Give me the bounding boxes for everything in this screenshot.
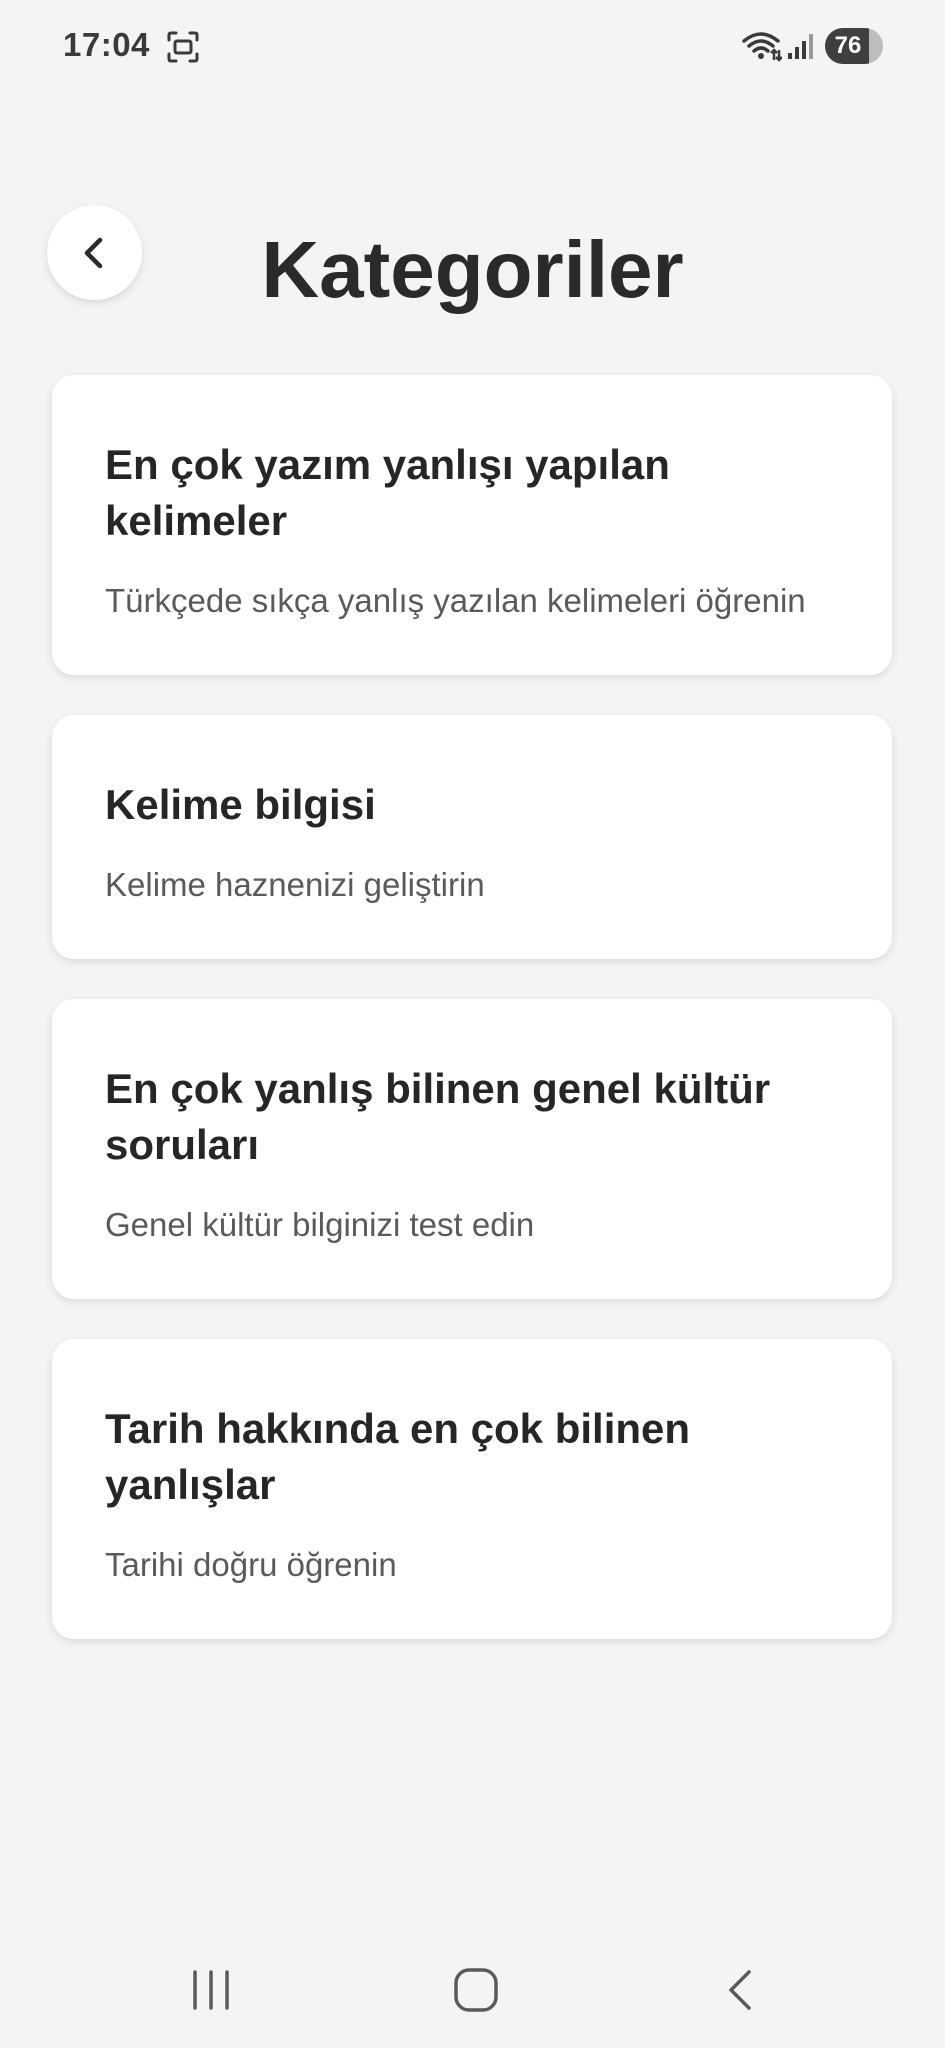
screenshot-icon: [166, 30, 200, 64]
category-title: Tarih hakkında en çok bilinen yanlışlar: [105, 1405, 691, 1508]
status-time: 17:04: [63, 26, 150, 63]
category-description: Kelime haznenizi geliştirin: [105, 866, 485, 903]
category-card-history[interactable]: Tarih hakkında en çok bilinen yanlışlar …: [52, 1339, 892, 1639]
recent-apps-button[interactable]: [176, 1960, 246, 2020]
home-icon: [454, 1968, 498, 2012]
system-nav-bar: [0, 1920, 945, 2048]
recent-apps-icon: [193, 1970, 229, 2010]
back-icon: [729, 1970, 751, 2010]
battery-icon: 76: [825, 28, 883, 64]
category-description: Genel kültür bilginizi test edin: [105, 1206, 535, 1243]
signal-icon: [786, 31, 816, 61]
home-button[interactable]: [441, 1960, 511, 2020]
category-description: Türkçede sıkça yanlış yazılan kelimeleri…: [105, 582, 806, 619]
category-list: En çok yazım yanlışı yapılan kelimeler T…: [52, 375, 892, 1679]
category-card-spelling[interactable]: En çok yazım yanlışı yapılan kelimeler T…: [52, 375, 892, 675]
wifi-icon: [742, 30, 783, 62]
category-title: Kelime bilgisi: [105, 781, 376, 828]
category-card-general-culture[interactable]: En çok yanlış bilinen genel kültür sorul…: [52, 999, 892, 1299]
battery-level: 76: [834, 32, 862, 59]
page-title: Kategoriler: [261, 225, 684, 314]
category-title: En çok yazım yanlışı yapılan kelimeler: [105, 441, 670, 544]
category-title: En çok yanlış bilinen genel kültür sorul…: [105, 1065, 771, 1168]
nav-back-button[interactable]: [706, 1960, 776, 2020]
category-card-vocabulary[interactable]: Kelime bilgisi Kelime haznenizi geliştir…: [52, 715, 892, 959]
category-description: Tarihi doğru öğrenin: [105, 1546, 397, 1583]
status-bar: 17:04 76: [0, 0, 945, 92]
